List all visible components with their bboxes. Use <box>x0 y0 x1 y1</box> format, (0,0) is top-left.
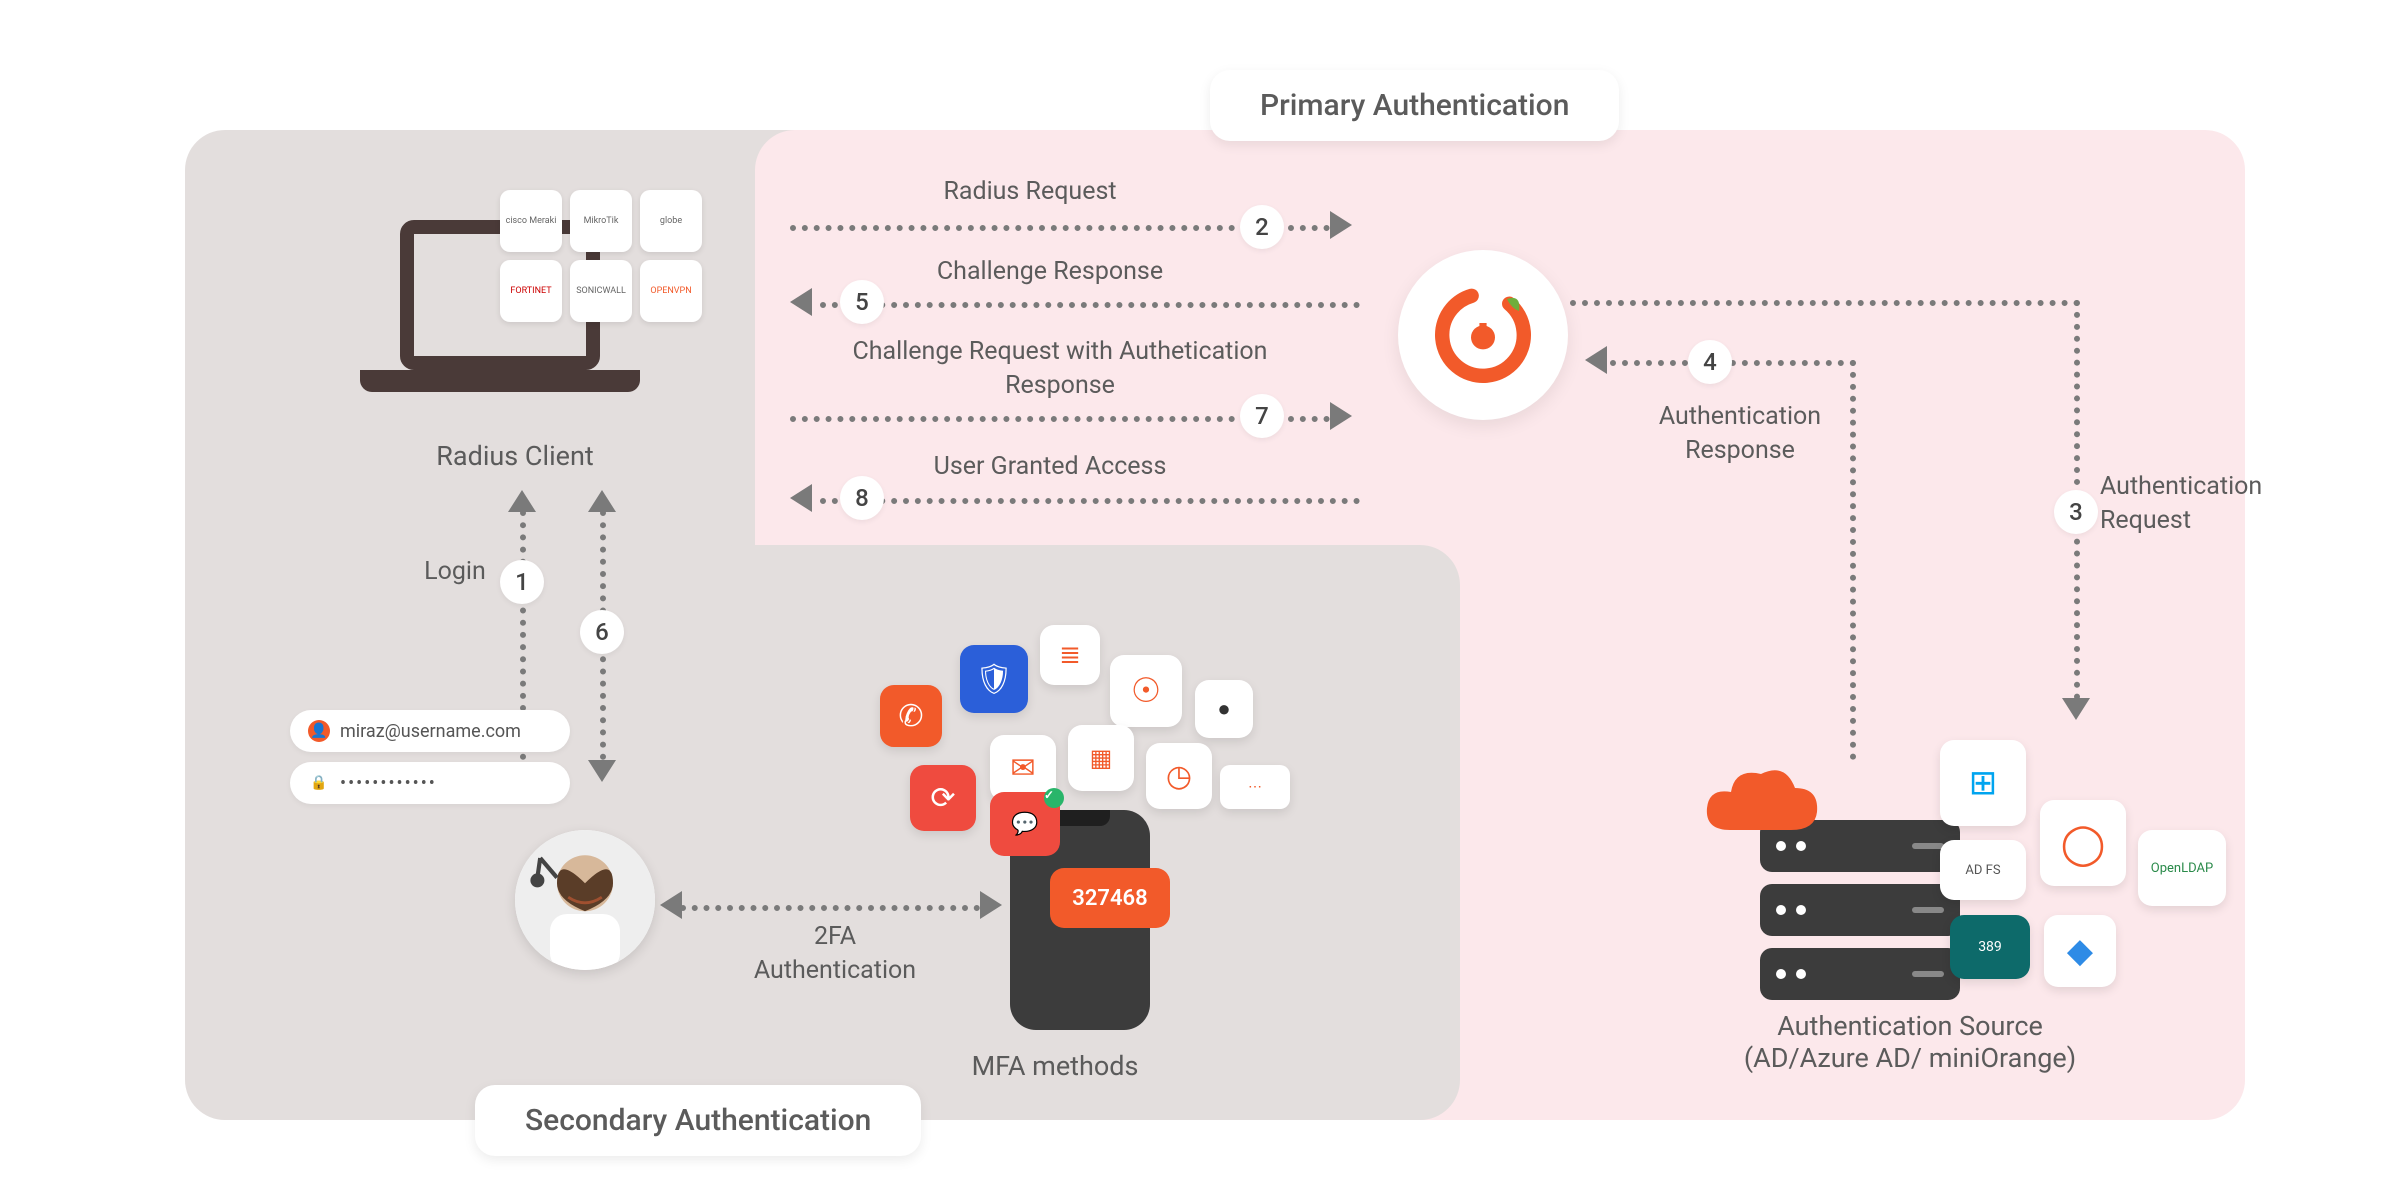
arrow-down-icon <box>588 760 616 782</box>
mfa-code-bubble: 327468 <box>1050 868 1170 928</box>
flow-5-label: Challenge Response <box>900 255 1200 289</box>
step-8-badge: 8 <box>840 476 884 520</box>
vendor-tile: SONICWALL <box>570 260 632 322</box>
vendor-logo-grid: cisco Meraki MikroTik globe FORTINET SON… <box>500 190 702 322</box>
arrow-right-icon <box>1330 211 1352 239</box>
phone-call-icon: ✆ <box>880 685 942 747</box>
arrow-right-icon <box>980 891 1002 919</box>
login-password-row: 🔒 •••••••••••• <box>290 762 570 804</box>
flow-8-label: User Granted Access <box>900 450 1200 484</box>
vendor-tile: FORTINET <box>500 260 562 322</box>
flow-login-label: Login <box>415 555 495 589</box>
shield-lock-icon: 🛡 <box>960 645 1028 713</box>
auth-tile-windows: ⊞ <box>1940 740 2026 826</box>
step-2-badge: 2 <box>1240 205 1284 249</box>
flow-5-line <box>820 302 1360 308</box>
step-6-badge: 6 <box>580 610 624 654</box>
auth-tile-389: 389 <box>1950 915 2030 979</box>
arrow-left-icon <box>660 891 682 919</box>
flow-4-line-v <box>1850 360 1856 760</box>
otp-badge-icon: ⋯ <box>1220 765 1290 809</box>
dot-icon: ● <box>1195 680 1253 738</box>
auth-source-label: Authentication Source (AD/Azure AD/ mini… <box>1700 1010 2120 1074</box>
auth-tile-miniorange: ◯ <box>2040 800 2126 886</box>
secondary-auth-title: Secondary Authentication <box>475 1085 921 1156</box>
login-credentials-card: 👤 miraz@username.com 🔒 •••••••••••• <box>290 710 570 814</box>
authy-icon: ⟳ <box>910 765 976 831</box>
mfa-phone-icon: 💬 ✓ 327468 <box>1010 810 1150 1030</box>
step-5-badge: 5 <box>840 280 884 324</box>
arrow-left-icon <box>790 484 812 512</box>
arrow-up-icon <box>588 490 616 512</box>
radius-client-label: Radius Client <box>415 440 615 472</box>
auth-tile-adfs: AD FS <box>1940 840 2026 900</box>
list-icon: ≣ <box>1040 625 1100 685</box>
flow-4-line-h <box>1610 360 1856 366</box>
vendor-tile: globe <box>640 190 702 252</box>
flow-2-label: Radius Request <box>880 175 1180 209</box>
vendor-tile: cisco Meraki <box>500 190 562 252</box>
arrow-down-icon <box>2062 698 2090 720</box>
arrow-left-icon <box>1585 346 1607 374</box>
qr-icon: ▦ <box>1068 725 1134 791</box>
step-1-badge: 1 <box>500 560 544 604</box>
login-password-value: •••••••••••• <box>340 773 437 794</box>
flow-7-label: Challenge Request with Authetication Res… <box>820 335 1300 403</box>
login-username-value: miraz@username.com <box>340 721 521 742</box>
fingerprint-icon: ☉ <box>1110 655 1182 727</box>
user-avatar <box>515 830 655 970</box>
chat-bubble-icon: 💬 ✓ <box>990 792 1060 856</box>
arrow-right-icon <box>1330 402 1352 430</box>
auth-tile-openldap: OpenLDAP <box>2138 830 2226 906</box>
primary-auth-title: Primary Authentication <box>1210 70 1619 141</box>
flow-3-label: Authentication Request <box>2100 470 2300 538</box>
vendor-tile: MikroTik <box>570 190 632 252</box>
flow-2fa-label: 2FA Authentication <box>740 920 930 988</box>
step-4-badge: 4 <box>1688 340 1732 384</box>
auth-source-tile-grid: ⊞ AD FS ◯ 389 ◆ OpenLDAP <box>1940 740 2240 1000</box>
lock-icon: 🔒 <box>308 772 330 794</box>
flow-2fa-line <box>680 905 980 911</box>
timer-icon: ◷ <box>1146 743 1212 809</box>
step-7-badge: 7 <box>1240 394 1284 438</box>
arrow-left-icon <box>790 288 812 316</box>
mfa-icon-cloud: ✆ 🛡 ≣ ☉ ● ⟳ ✉ ▦ ◷ ⋯ <box>870 625 1290 825</box>
auth-tile-azure: ◆ <box>2044 915 2116 987</box>
flow-3-line-h <box>1570 300 2080 306</box>
miniorange-logo-icon <box>1398 250 1568 420</box>
vendor-tile: OPENVPN <box>640 260 702 322</box>
flow-8-line <box>820 498 1360 504</box>
mfa-methods-label: MFA methods <box>945 1050 1165 1082</box>
user-icon: 👤 <box>308 720 330 742</box>
cloud-icon <box>1695 760 1825 854</box>
mfa-code-value: 327468 <box>1072 886 1147 911</box>
arrow-up-icon <box>508 490 536 512</box>
login-username-row: 👤 miraz@username.com <box>290 710 570 752</box>
flow-4-label: Authentication Response <box>1640 400 1840 468</box>
step-3-badge: 3 <box>2054 490 2098 534</box>
